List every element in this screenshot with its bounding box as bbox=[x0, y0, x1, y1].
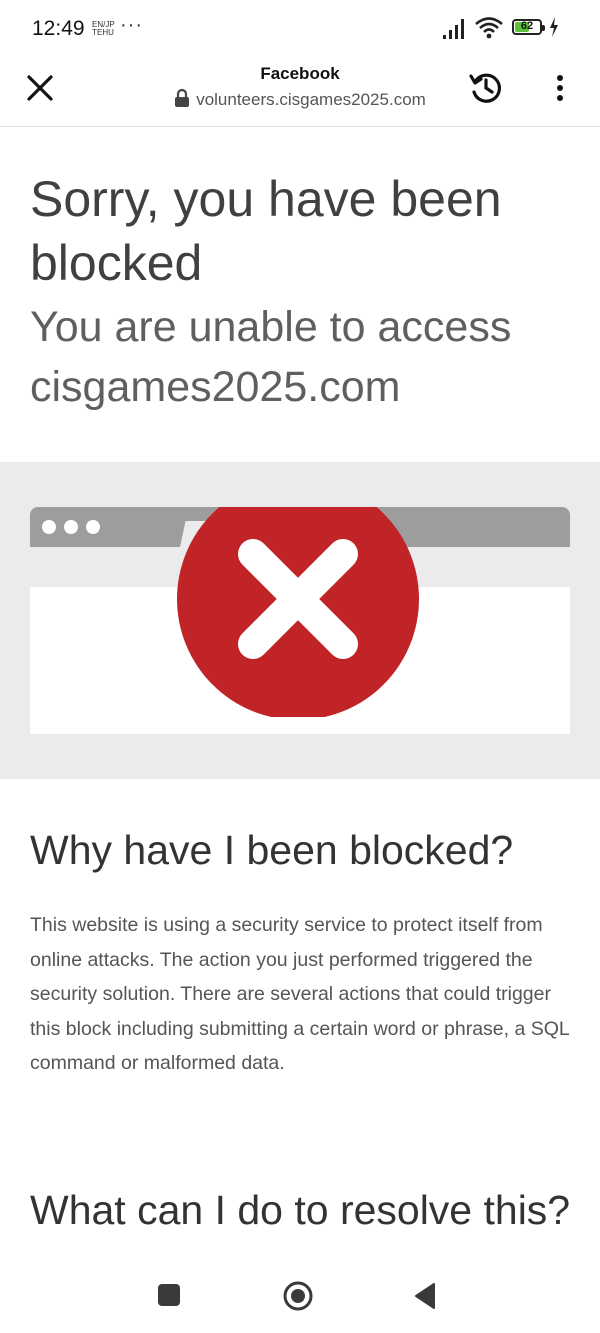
url-text: volunteers.cisgames2025.com bbox=[196, 90, 426, 109]
more-vert-icon[interactable] bbox=[548, 72, 572, 104]
home-icon[interactable] bbox=[282, 1280, 314, 1312]
status-time: 12:49 bbox=[32, 17, 85, 40]
more-notifications-icon: ··· bbox=[120, 14, 143, 36]
charging-icon bbox=[550, 17, 558, 37]
lock-icon bbox=[175, 88, 190, 107]
blocked-illustration bbox=[0, 462, 600, 779]
close-icon[interactable] bbox=[24, 72, 56, 104]
recents-icon[interactable] bbox=[158, 1284, 180, 1306]
browser-toolbar: Facebook volunteers.cisgames2025.com bbox=[0, 60, 600, 127]
back-icon[interactable] bbox=[412, 1282, 438, 1310]
wifi-icon bbox=[475, 17, 503, 39]
signal-icon bbox=[443, 19, 464, 39]
page-title: Sorry, you have been blocked bbox=[30, 171, 502, 291]
system-navigation-bar bbox=[0, 1253, 600, 1333]
url-display[interactable]: volunteers.cisgames2025.com bbox=[140, 88, 460, 110]
status-bar: 12:49 EN/JP TEHU ··· 62 bbox=[0, 0, 600, 60]
why-blocked-heading: Why have I been blocked? bbox=[30, 827, 514, 873]
notification-icon: EN/JP TEHU bbox=[92, 20, 115, 37]
battery-icon: 62 bbox=[512, 19, 545, 35]
page-source-title: Facebook bbox=[260, 64, 340, 83]
error-x-icon bbox=[177, 507, 419, 717]
resolve-heading: What can I do to resolve this? bbox=[30, 1187, 571, 1233]
page-subtitle: You are unable to access cisgames2025.co… bbox=[30, 303, 512, 411]
battery-level: 62 bbox=[520, 20, 534, 32]
history-icon[interactable] bbox=[468, 70, 504, 106]
why-blocked-text: This website is using a security service… bbox=[30, 914, 570, 1074]
status-icons: 62 bbox=[442, 16, 572, 44]
